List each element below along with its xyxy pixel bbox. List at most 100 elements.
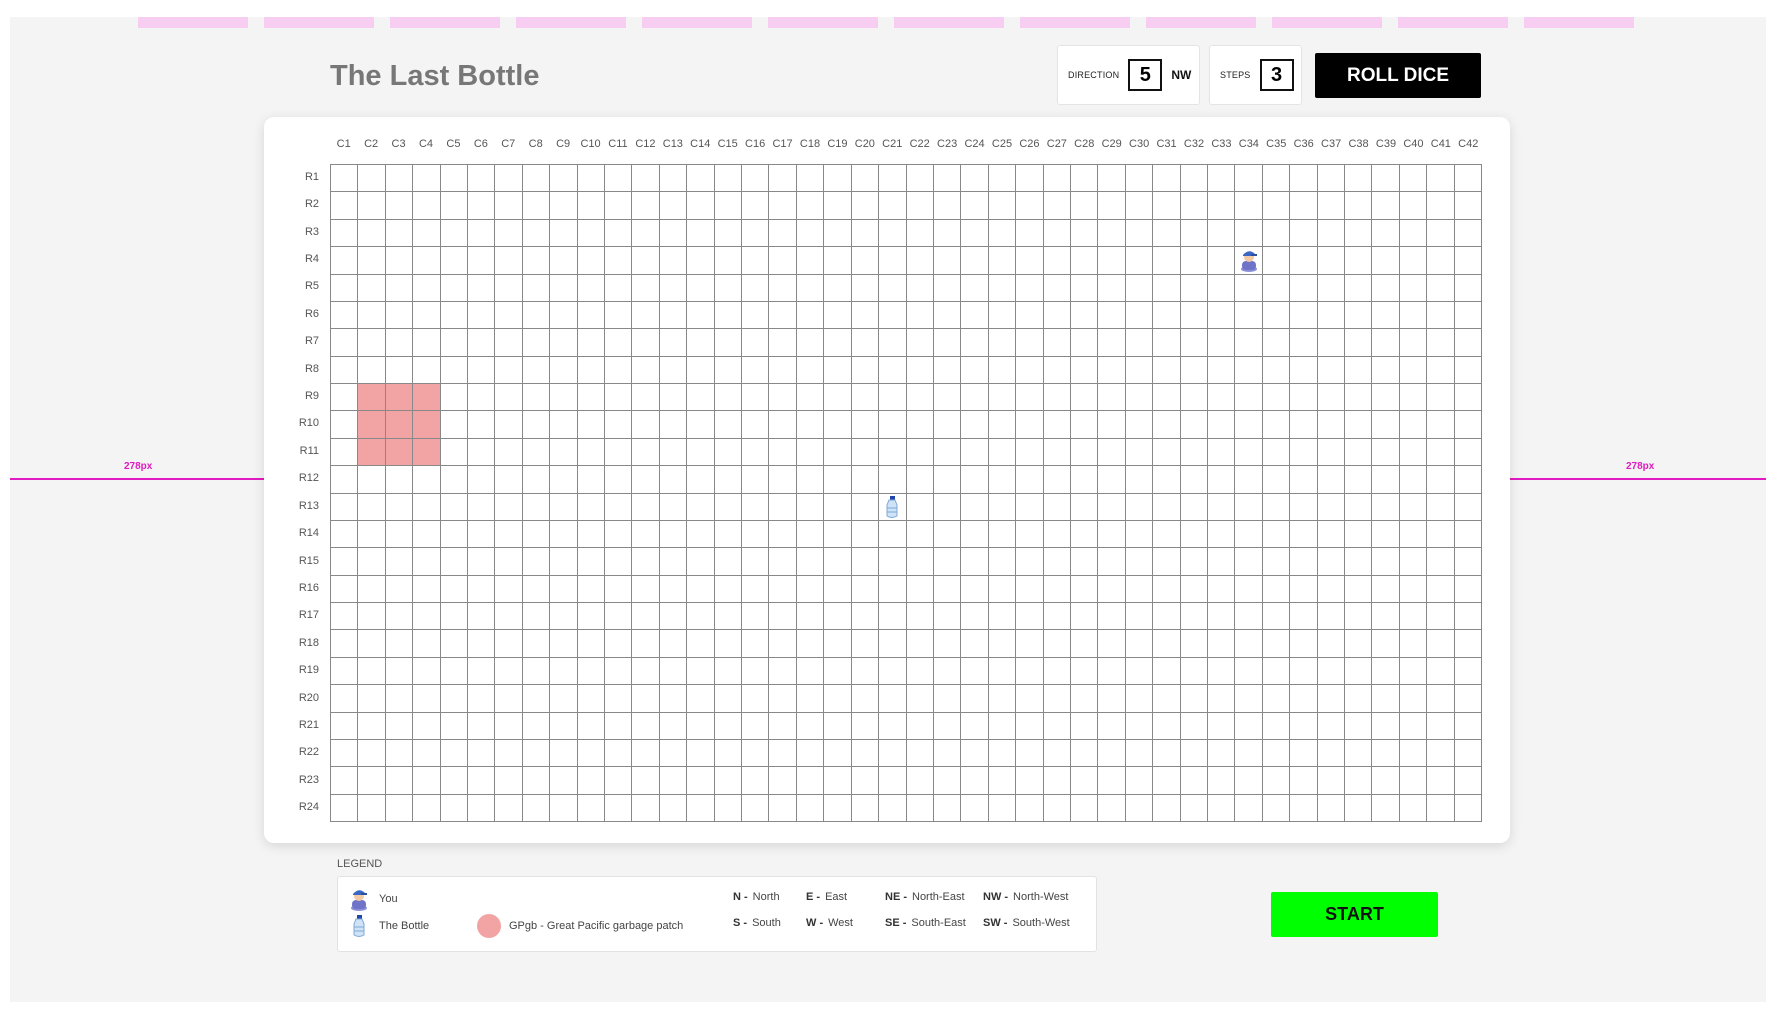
grid-cell[interactable] xyxy=(988,767,1017,795)
grid-cell[interactable] xyxy=(1098,712,1126,740)
grid-cell[interactable] xyxy=(522,575,551,603)
grid-cell[interactable] xyxy=(1399,247,1428,275)
grid-cell[interactable] xyxy=(988,301,1017,330)
grid-cell[interactable] xyxy=(632,438,660,467)
grid-cell[interactable] xyxy=(879,466,907,494)
grid-cell[interactable] xyxy=(1290,438,1318,467)
grid-cell[interactable] xyxy=(796,548,825,576)
grid-cell[interactable] xyxy=(358,192,386,220)
grid-cell[interactable] xyxy=(468,767,496,795)
grid-cell[interactable] xyxy=(1235,219,1263,248)
grid-cell[interactable] xyxy=(988,712,1017,740)
grid-cell[interactable] xyxy=(742,575,770,603)
grid-cell[interactable] xyxy=(495,575,523,603)
grid-cell[interactable] xyxy=(714,301,743,330)
grid-cell[interactable] xyxy=(988,493,1017,521)
grid-cell[interactable] xyxy=(385,165,414,193)
grid-cell[interactable] xyxy=(851,165,880,193)
grid-cell[interactable] xyxy=(1153,575,1181,603)
grid-cell[interactable] xyxy=(988,219,1017,248)
grid-cell[interactable] xyxy=(1399,192,1428,220)
grid-cell[interactable] xyxy=(1125,411,1154,439)
grid-cell[interactable] xyxy=(1399,165,1428,193)
grid-cell[interactable] xyxy=(879,657,907,686)
grid-cell[interactable] xyxy=(988,411,1017,439)
grid-cell[interactable] xyxy=(605,794,633,822)
grid-cell[interactable] xyxy=(385,466,414,494)
grid-cell[interactable] xyxy=(796,794,825,822)
grid-cell[interactable] xyxy=(1016,356,1044,384)
grid-cell[interactable] xyxy=(879,767,907,795)
grid-cell[interactable] xyxy=(1235,630,1263,658)
grid-cell[interactable] xyxy=(358,493,386,521)
grid-cell[interactable] xyxy=(933,192,962,220)
grid-cell[interactable] xyxy=(1454,438,1482,467)
grid-cell[interactable] xyxy=(358,794,386,822)
grid-cell[interactable] xyxy=(331,493,359,521)
grid-cell[interactable] xyxy=(879,411,907,439)
grid-cell[interactable] xyxy=(1262,274,1291,302)
grid-cell[interactable] xyxy=(769,356,797,384)
grid-cell[interactable] xyxy=(1317,274,1345,302)
grid-cell[interactable] xyxy=(1235,466,1263,494)
grid-cell[interactable] xyxy=(1070,165,1099,193)
grid-cell[interactable] xyxy=(413,247,441,275)
grid-cell[interactable] xyxy=(468,247,496,275)
grid-cell[interactable] xyxy=(1180,301,1208,330)
grid-cell[interactable] xyxy=(714,329,743,357)
grid-cell[interactable] xyxy=(742,603,770,631)
grid-cell[interactable] xyxy=(413,767,441,795)
grid-cell[interactable] xyxy=(577,739,606,768)
grid-cell[interactable] xyxy=(1262,247,1291,275)
grid-cell[interactable] xyxy=(796,603,825,631)
grid-cell[interactable] xyxy=(961,411,989,439)
grid-cell[interactable] xyxy=(851,630,880,658)
grid-cell[interactable] xyxy=(879,438,907,467)
grid-cell[interactable] xyxy=(1372,575,1400,603)
grid-cell[interactable] xyxy=(605,603,633,631)
grid-cell[interactable] xyxy=(1043,192,1071,220)
grid-cell[interactable] xyxy=(413,657,441,686)
grid-cell[interactable] xyxy=(1153,438,1181,467)
grid-cell[interactable] xyxy=(796,219,825,248)
grid-cell[interactable] xyxy=(1070,466,1099,494)
grid-cell[interactable] xyxy=(714,165,743,193)
grid-cell[interactable] xyxy=(1290,411,1318,439)
grid-cell[interactable] xyxy=(1399,794,1428,822)
grid-cell[interactable] xyxy=(468,329,496,357)
grid-cell[interactable] xyxy=(742,630,770,658)
grid-cell[interactable] xyxy=(1180,384,1208,412)
grid-cell[interactable] xyxy=(851,411,880,439)
grid-cell[interactable] xyxy=(1153,767,1181,795)
grid-cell[interactable] xyxy=(1427,356,1455,384)
grid-cell[interactable] xyxy=(1344,466,1373,494)
grid-cell[interactable] xyxy=(1153,657,1181,686)
grid-cell[interactable] xyxy=(440,329,469,357)
grid-cell[interactable] xyxy=(659,739,688,768)
grid-cell[interactable] xyxy=(1290,520,1318,549)
grid-cell[interactable] xyxy=(632,739,660,768)
grid-cell[interactable] xyxy=(1262,630,1291,658)
grid-cell[interactable] xyxy=(1262,520,1291,549)
grid-cell[interactable] xyxy=(851,219,880,248)
grid-cell[interactable] xyxy=(796,767,825,795)
grid-cell[interactable] xyxy=(1070,411,1099,439)
grid-cell[interactable] xyxy=(933,794,962,822)
grid-cell[interactable] xyxy=(331,712,359,740)
grid-cell[interactable] xyxy=(879,712,907,740)
grid-cell[interactable] xyxy=(1372,219,1400,248)
grid-cell[interactable] xyxy=(1372,274,1400,302)
grid-cell[interactable] xyxy=(796,739,825,768)
grid-cell[interactable] xyxy=(1153,466,1181,494)
grid-cell[interactable] xyxy=(824,384,852,412)
grid-cell[interactable] xyxy=(796,411,825,439)
grid-cell[interactable] xyxy=(1016,384,1044,412)
grid-cell[interactable] xyxy=(550,356,578,384)
grid-cell[interactable] xyxy=(1016,247,1044,275)
grid-cell[interactable] xyxy=(1372,685,1400,713)
grid-cell[interactable] xyxy=(440,411,469,439)
grid-cell[interactable] xyxy=(495,767,523,795)
grid-cell[interactable] xyxy=(687,384,715,412)
grid-cell[interactable] xyxy=(1399,301,1428,330)
grid-cell[interactable] xyxy=(1207,739,1236,768)
